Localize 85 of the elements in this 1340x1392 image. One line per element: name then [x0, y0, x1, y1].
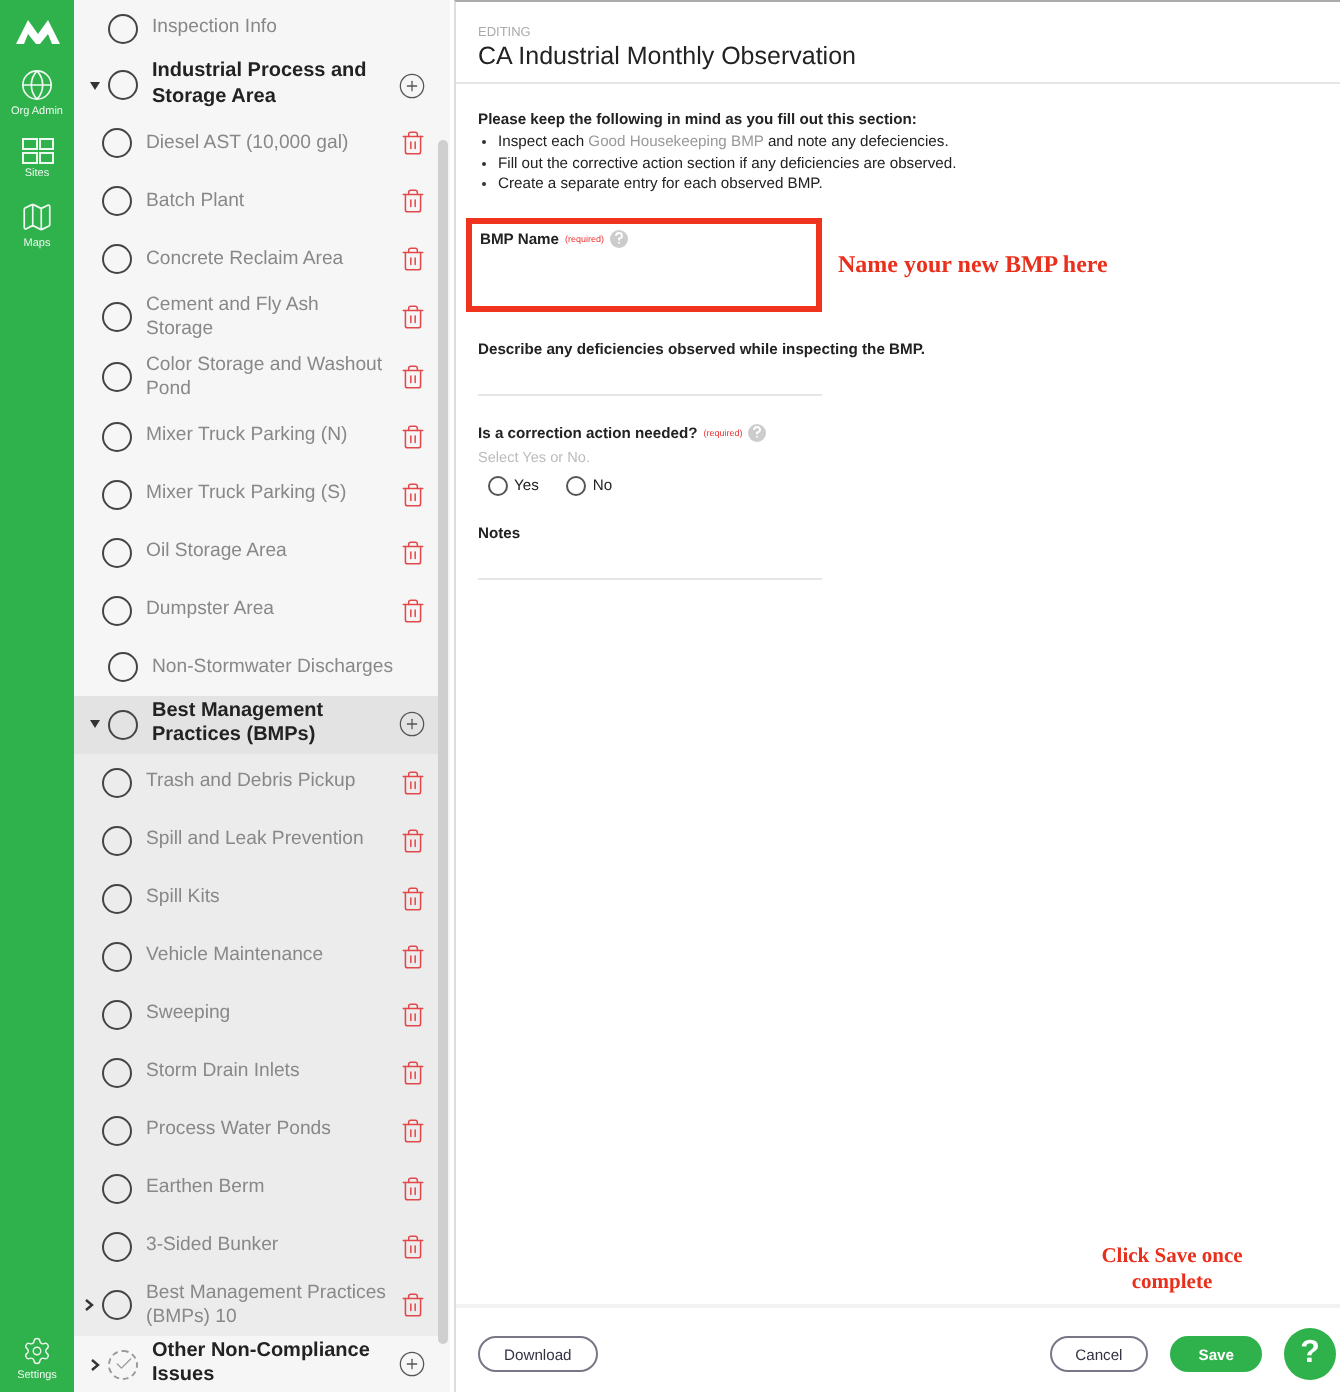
tree-item-label: Best Management Practices (BMPs): [152, 699, 326, 750]
map-icon: [20, 200, 54, 234]
delete-button[interactable]: [400, 943, 426, 970]
delete-button[interactable]: [400, 188, 426, 214]
add-button[interactable]: [398, 710, 426, 739]
tree-item-label: Oil Storage Area: [146, 540, 289, 565]
delete-button[interactable]: [400, 539, 426, 566]
tree-item-label: Mixer Truck Parking (N): [146, 424, 350, 449]
tree-item[interactable]: Inspection Info: [74, 0, 438, 56]
tree-item-label: Non-Stormwater Discharges: [152, 655, 395, 680]
delete-button[interactable]: [400, 1175, 426, 1202]
tree-item[interactable]: Sweeping: [74, 985, 438, 1044]
tree-item[interactable]: Batch Plant: [74, 172, 438, 230]
delete-button[interactable]: [400, 769, 426, 796]
tree-item-label: Trash and Debris Pickup: [146, 770, 358, 795]
delete-button[interactable]: [400, 1117, 426, 1144]
tree-item[interactable]: Non-Stormwater Discharges: [74, 639, 438, 696]
delete-button[interactable]: [400, 246, 426, 272]
logo: [15, 16, 59, 44]
tree-item-label: Spill and Leak Prevention: [146, 828, 366, 853]
tree-item-label: Process Water Ponds: [146, 1118, 333, 1143]
page-title: CA Industrial Monthly Observation: [478, 42, 858, 70]
delete-button[interactable]: [400, 1292, 426, 1319]
tree-item-label: Inspection Info: [152, 16, 279, 40]
tree-item-label: Cement and Fly Ash Storage: [146, 294, 321, 342]
delete-button[interactable]: [400, 423, 426, 450]
tree-item-label: Industrial Process and Storage Area: [152, 60, 369, 110]
tree-item[interactable]: Cement and Fly Ash Storage: [74, 288, 438, 348]
delete-button[interactable]: [400, 827, 426, 854]
add-button[interactable]: [398, 1350, 426, 1379]
add-button[interactable]: [398, 71, 426, 99]
delete-button[interactable]: [400, 597, 426, 624]
tree-item-label: Batch Plant: [146, 189, 247, 213]
tree-item[interactable]: Concrete Reclaim Area: [74, 230, 438, 288]
caret-icon[interactable]: [90, 720, 100, 729]
help-button[interactable]: ?: [1284, 1328, 1336, 1380]
tree-item[interactable]: Mixer Truck Parking (S): [74, 465, 438, 524]
radio-button[interactable]: [566, 475, 587, 495]
tree-item-label: 3-Sided Bunker: [146, 1234, 281, 1259]
globe-icon: [19, 68, 54, 102]
settings-icon: [22, 1336, 52, 1366]
caret-icon[interactable]: [90, 1357, 100, 1372]
tree-item-label: Color Storage and Washout Pond: [146, 353, 385, 402]
tree-item[interactable]: Oil Storage Area: [74, 523, 438, 582]
tree-item[interactable]: Vehicle Maintenance: [74, 927, 438, 986]
tree-item-label: Diesel AST (10,000 gal): [146, 131, 351, 155]
delete-button[interactable]: [400, 1001, 426, 1028]
tree-item-label: Storm Drain Inlets: [146, 1060, 302, 1085]
tree-item[interactable]: Spill and Leak Prevention: [74, 811, 438, 870]
tree-item[interactable]: 3-Sided Bunker: [74, 1217, 438, 1276]
delete-button[interactable]: [400, 1059, 426, 1086]
caret-icon[interactable]: [84, 1298, 94, 1313]
tree-item-label: Dumpster Area: [146, 598, 276, 623]
tree-item[interactable]: Spill Kits: [74, 869, 438, 928]
annotation-note: Name your new BMP here: [838, 249, 1108, 279]
tree-item[interactable]: Best Management Practices (BMPs) 10: [74, 1275, 438, 1336]
tree-item[interactable]: Process Water Ponds: [74, 1101, 438, 1160]
tree-item[interactable]: Trash and Debris Pickup: [74, 753, 438, 812]
caret-icon[interactable]: [90, 81, 100, 89]
tree-item-label: Vehicle Maintenance: [146, 944, 326, 969]
annotation-note: Click Save once complete: [1099, 1244, 1245, 1296]
tree-item[interactable]: Color Storage and Washout Pond: [74, 347, 438, 408]
tree-item[interactable]: Storm Drain Inlets: [74, 1043, 438, 1102]
tree-item-label: Best Management Practices (BMPs) 10: [146, 1281, 388, 1330]
radio-button[interactable]: [488, 475, 508, 495]
tree-item[interactable]: Other Non-Compliance Issues: [74, 1335, 438, 1392]
delete-button[interactable]: [400, 481, 426, 508]
tree-item[interactable]: Mixer Truck Parking (N): [74, 407, 438, 466]
tree-item-label: Other Non-Compliance Issues: [152, 1339, 372, 1390]
tree-item-label: Mixer Truck Parking (S): [146, 482, 349, 507]
delete-button[interactable]: [400, 885, 426, 912]
tree-item[interactable]: Industrial Process and Storage Area: [74, 56, 438, 114]
delete-button[interactable]: [400, 1233, 426, 1260]
tree-item-label: Concrete Reclaim Area: [146, 247, 346, 271]
delete-button[interactable]: [400, 364, 426, 391]
tree-item[interactable]: Best Management Practices (BMPs): [74, 695, 438, 754]
delete-button[interactable]: [400, 130, 426, 156]
tree-item-label: Earthen Berm: [146, 1176, 267, 1201]
tree-item[interactable]: Diesel AST (10,000 gal): [74, 114, 438, 172]
tree-item-label: Spill Kits: [146, 886, 222, 911]
tree-item[interactable]: Earthen Berm: [74, 1159, 438, 1218]
tree-item[interactable]: Dumpster Area: [74, 581, 438, 640]
sites-icon: [21, 138, 53, 164]
tree-item-label: Sweeping: [146, 1002, 233, 1027]
delete-button[interactable]: [400, 304, 426, 331]
